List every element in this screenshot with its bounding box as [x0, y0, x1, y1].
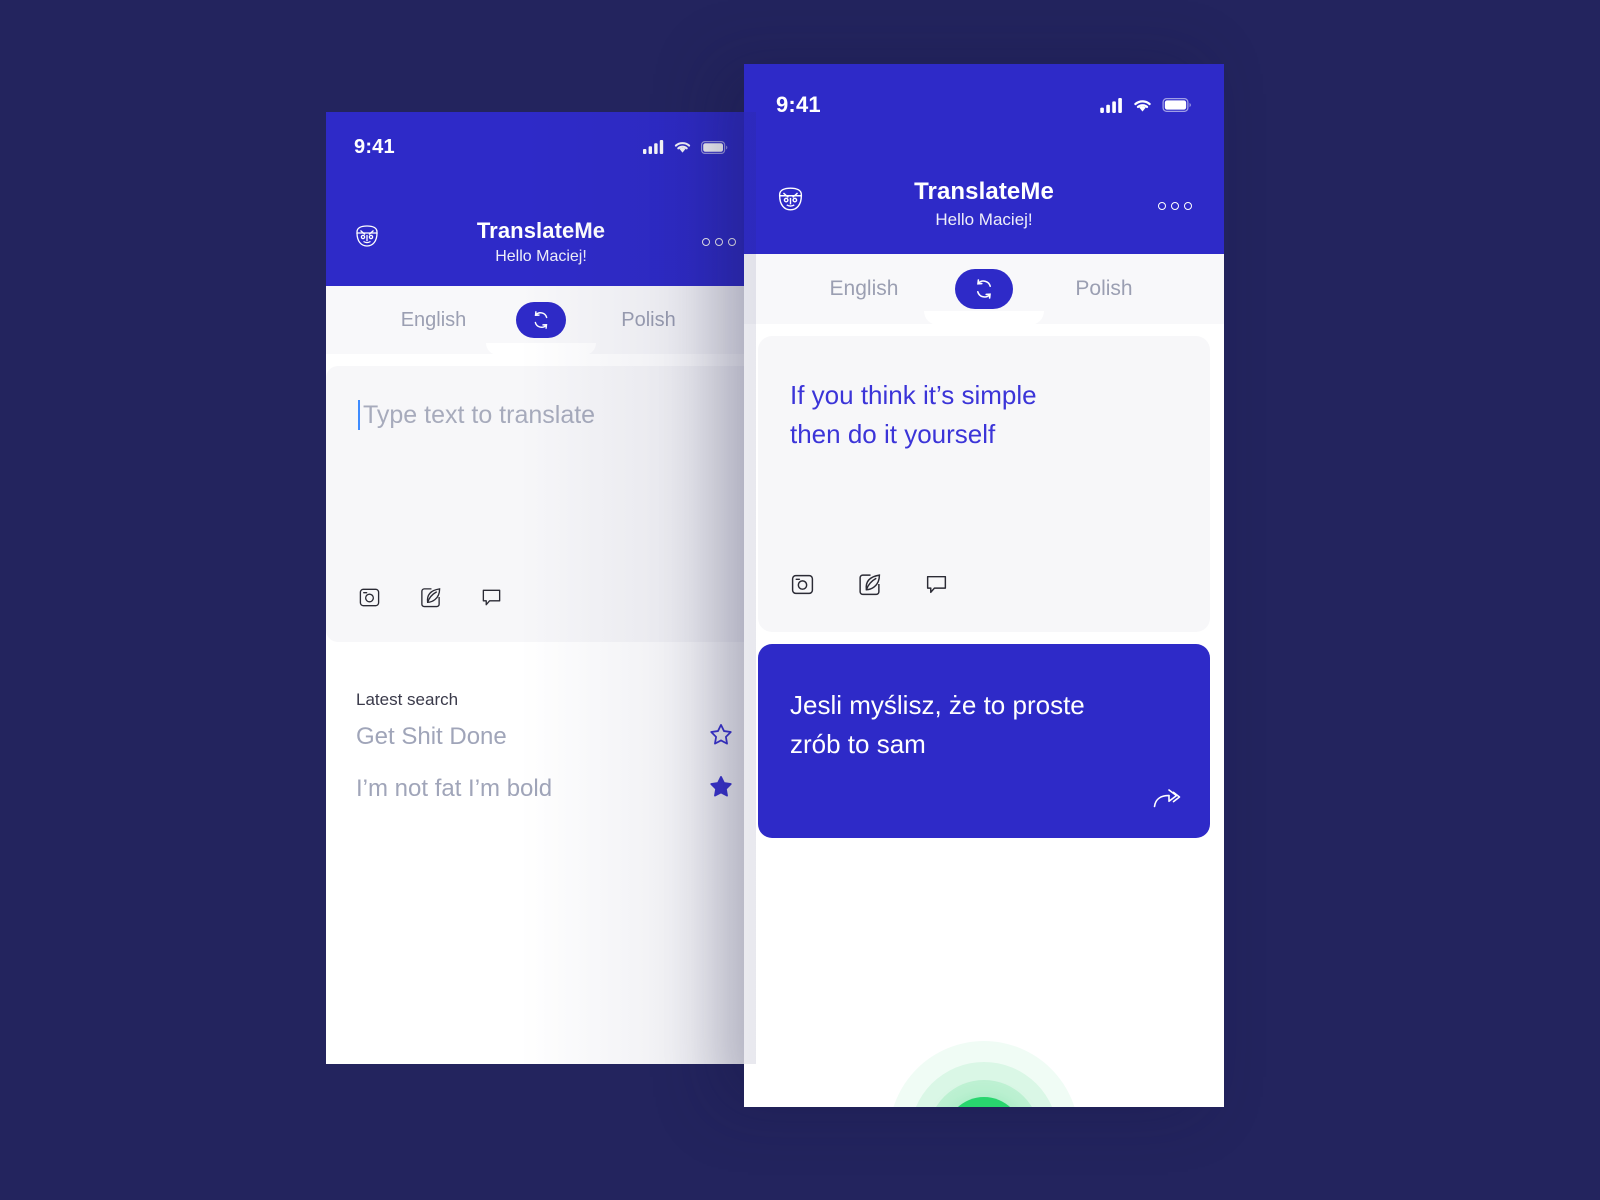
more-dot — [1171, 202, 1179, 210]
status-bar: 9:41 — [326, 112, 756, 166]
translated-text-line-2: zrób to sam — [790, 729, 926, 759]
conversation-icon[interactable] — [924, 572, 949, 602]
camera-icon[interactable] — [790, 572, 815, 602]
star-filled-icon[interactable] — [708, 774, 734, 804]
source-card-actions — [790, 572, 949, 602]
wifi-icon — [1134, 99, 1151, 111]
source-text-line-2: then do it yourself — [790, 419, 996, 449]
voice-input-area — [884, 1036, 1084, 1107]
header-title-block: TranslateMe Hello Maciej! — [744, 178, 1224, 230]
main-screen: Type text to translate Latest search Get… — [326, 366, 756, 1064]
greeting-text: Hello Maciej! — [935, 210, 1033, 229]
text-caret — [358, 400, 360, 430]
cellular-signal-icon — [643, 140, 664, 154]
translated-text: Jesli myślisz, że to proste zrób to sam — [790, 686, 1178, 764]
page-title: TranslateMe — [914, 178, 1054, 205]
language-selector-bar: English Polish — [326, 286, 756, 355]
camera-icon[interactable] — [358, 586, 381, 614]
status-icons — [1100, 97, 1192, 113]
tabbar-notch — [924, 311, 1044, 325]
phone-mockup-left: 9:41 TranslateMe Hello Maciej! English P… — [326, 112, 756, 1064]
battery-icon — [1162, 98, 1191, 112]
language-selector-bar: English Polish — [744, 254, 1224, 325]
battery-icon — [701, 140, 728, 154]
swap-languages-icon — [534, 311, 548, 329]
latest-search-title: Latest search — [356, 690, 459, 709]
target-language-tab[interactable]: Polish — [984, 277, 1224, 301]
greeting-text: Hello Maciej! — [495, 248, 587, 265]
translate-input-card[interactable]: Type text to translate — [326, 366, 756, 642]
cellular-signal-icon — [1100, 97, 1122, 113]
more-dot — [715, 238, 723, 246]
app-header: TranslateMe Hello Maciej! — [326, 166, 756, 286]
source-text-card[interactable]: If you think it’s simple then do it your… — [758, 336, 1210, 632]
star-outline-icon[interactable] — [708, 722, 734, 752]
more-dot — [702, 238, 710, 246]
handwriting-icon[interactable] — [857, 572, 882, 602]
handwriting-icon[interactable] — [419, 586, 442, 614]
app-header: TranslateMe Hello Maciej! — [744, 126, 1224, 254]
search-input[interactable]: Type text to translate — [358, 400, 724, 430]
translation-result-card[interactable]: Jesli myślisz, że to proste zrób to sam — [758, 644, 1210, 838]
source-language-tab[interactable]: English — [744, 277, 984, 301]
target-language-tab[interactable]: Polish — [541, 309, 756, 332]
list-item[interactable]: I’m not fat I’m bold — [356, 774, 734, 804]
latest-search-text: I’m not fat I’m bold — [356, 775, 553, 802]
source-language-tab[interactable]: English — [326, 309, 541, 332]
tabbar-notch — [486, 343, 596, 355]
more-dot — [1158, 202, 1166, 210]
translated-text-line-1: Jesli myślisz, że to proste — [790, 690, 1085, 720]
more-dot — [1184, 202, 1192, 210]
list-item[interactable]: Get Shit Done — [356, 722, 734, 752]
swap-languages-icon — [977, 279, 991, 299]
status-time: 9:41 — [354, 135, 395, 158]
screenshot-canvas: 9:41 TranslateMe Hello Maciej! English P… — [0, 0, 1600, 1200]
input-card-actions — [358, 586, 503, 614]
header-title-block: TranslateMe Hello Maciej! — [326, 218, 756, 266]
more-dot — [728, 238, 736, 246]
share-icon[interactable] — [1152, 785, 1182, 816]
more-options-icon[interactable] — [1158, 202, 1192, 210]
phone-mockup-right: 9:41 TranslateMe Hello Maciej! English P… — [744, 64, 1224, 1107]
main-screen: If you think it’s simple then do it your… — [744, 336, 1224, 1107]
page-title: TranslateMe — [476, 218, 606, 243]
input-placeholder: Type text to translate — [363, 400, 596, 429]
swap-languages-button[interactable] — [955, 269, 1013, 309]
source-text: If you think it’s simple then do it your… — [790, 376, 1178, 454]
swap-languages-button[interactable] — [516, 302, 566, 338]
source-text-line-1: If you think it’s simple — [790, 380, 1037, 410]
wifi-icon — [674, 142, 691, 153]
more-options-icon[interactable] — [702, 238, 736, 246]
latest-search-text: Get Shit Done — [356, 723, 507, 750]
status-time: 9:41 — [776, 92, 821, 117]
status-icons — [643, 140, 728, 154]
status-bar: 9:41 — [744, 64, 1224, 126]
conversation-icon[interactable] — [480, 586, 503, 614]
